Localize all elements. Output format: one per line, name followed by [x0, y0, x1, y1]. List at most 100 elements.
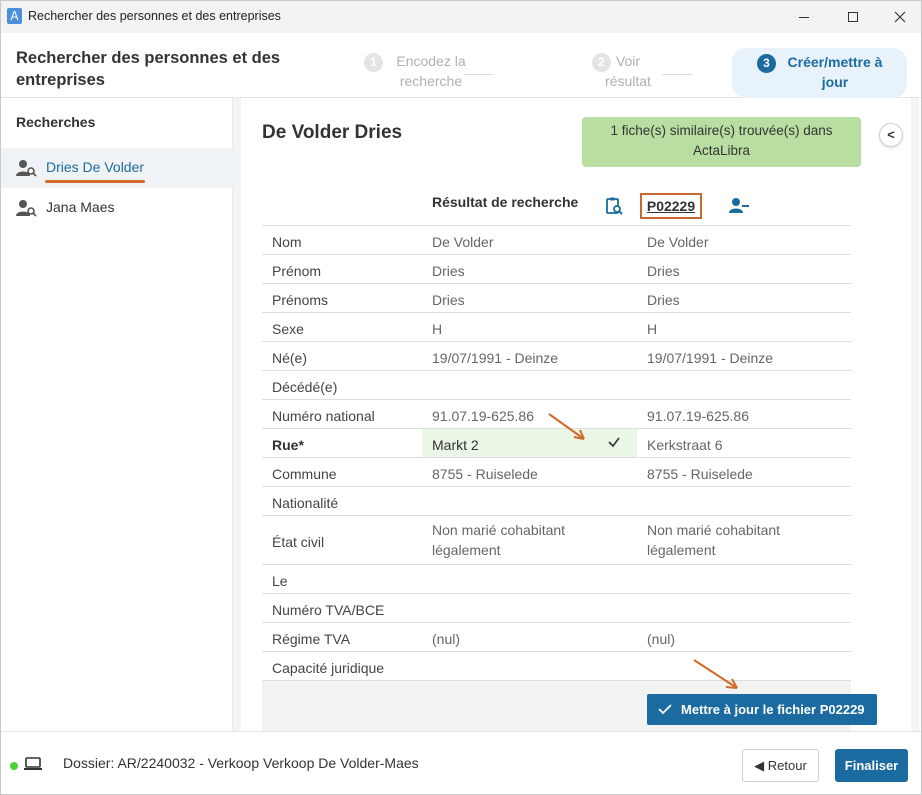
wizard-step-1[interactable]: 1 Encodez la recherche [364, 51, 476, 91]
window-title: Rechercher des personnes et des entrepri… [28, 9, 281, 23]
search-value[interactable]: Dries [432, 290, 637, 310]
field-label: Né(e) [272, 350, 308, 366]
minimize-icon [799, 16, 809, 18]
record-value[interactable]: Non marié cohabitant légalement [647, 520, 807, 560]
application-window: A Rechercher des personnes et des entrep… [0, 0, 922, 795]
table-row: Commune 8755 - Ruiselede 8755 - Ruiseled… [262, 457, 851, 486]
record-value[interactable]: Kerkstraat 6 [647, 435, 847, 455]
step-label: Créer/mettre à jour [787, 54, 883, 90]
sidebar-divider [233, 98, 241, 731]
field-label: Le [272, 573, 288, 589]
step-number: 3 [757, 54, 776, 73]
table-row: Né(e) 19/07/1991 - Deinze 19/07/1991 - D… [262, 341, 851, 370]
dossier-info: Dossier: AR/2240032 - Verkoop Verkoop De… [63, 755, 419, 771]
search-value[interactable]: (nul) [432, 629, 637, 649]
app-logo-icon: A [7, 8, 22, 24]
finish-button[interactable]: Finaliser [835, 749, 908, 782]
field-label: Prénoms [272, 292, 329, 308]
search-value[interactable]: 91.07.19-625.86 [432, 406, 637, 426]
field-label: Prénom [272, 263, 322, 279]
search-value[interactable]: De Volder [432, 232, 637, 252]
record-value[interactable]: 91.07.19-625.86 [647, 406, 847, 426]
record-title: De Volder Dries [262, 122, 403, 143]
annotation-underline [45, 180, 145, 183]
person-remove-icon[interactable] [728, 196, 750, 216]
table-row: Numéro national 91.07.19-625.86 91.07.19… [262, 399, 851, 428]
searches-sidebar: Recherches Dries De Volder Jana Maes [1, 98, 233, 731]
similar-records-tooltip: 1 fiche(s) similaire(s) trouvée(s) dans … [582, 117, 861, 167]
sidebar-item-label: Jana Maes [46, 199, 115, 215]
back-button[interactable]: ◀ Retour [742, 749, 819, 782]
step-connector [464, 74, 494, 75]
title-bar: A Rechercher des personnes et des entrep… [1, 1, 921, 33]
search-value[interactable]: Non marié cohabitant légalement [432, 520, 592, 560]
status-bar: Dossier: AR/2240032 - Verkoop Verkoop De… [1, 731, 921, 794]
search-value[interactable]: H [432, 319, 637, 339]
search-result-column-header: Résultat de recherche [432, 194, 579, 210]
field-label: Régime TVA [272, 631, 351, 647]
person-search-icon [16, 160, 37, 177]
table-row: Régime TVA (nul) (nul) [262, 622, 851, 651]
wizard-step-2[interactable]: 2 Voir résultat [592, 51, 658, 91]
wizard-header: Rechercher des personnes et des entrepri… [1, 33, 921, 98]
record-value[interactable]: (nul) [647, 629, 847, 649]
update-record-button[interactable]: Mettre à jour le fichier P02229 [647, 694, 877, 725]
search-value[interactable]: 8755 - Ruiselede [432, 464, 637, 484]
step-connector [662, 74, 692, 75]
vertical-scrollbar[interactable] [911, 98, 919, 731]
record-value[interactable]: Dries [647, 290, 847, 310]
table-row: État civil Non marié cohabitant légaleme… [262, 515, 851, 564]
record-value[interactable]: 19/07/1991 - Deinze [647, 348, 847, 368]
close-button[interactable] [877, 1, 922, 33]
maximize-button[interactable] [830, 1, 876, 33]
clipboard-search-icon[interactable] [604, 196, 624, 216]
field-label: Numéro TVA/BCE [272, 602, 385, 618]
field-label: Sexe [272, 321, 304, 337]
collapse-panel-button[interactable]: < [879, 123, 903, 147]
field-label: Décédé(e) [272, 379, 338, 395]
checkmark-icon [658, 704, 672, 715]
sidebar-item-jana-maes[interactable]: Jana Maes [1, 188, 233, 228]
record-value[interactable]: 8755 - Ruiselede [647, 464, 847, 484]
record-value[interactable]: H [647, 319, 847, 339]
table-row: Prénom Dries Dries [262, 254, 851, 283]
step-label: Voir résultat [605, 53, 651, 89]
table-row: Numéro TVA/BCE [262, 593, 851, 622]
table-row: Sexe H H [262, 312, 851, 341]
checkmark-icon [608, 437, 620, 448]
maximize-icon [848, 12, 858, 22]
person-search-icon [16, 200, 37, 217]
comparison-table: Nom De Volder De Volder Prénom Dries Dri… [262, 225, 851, 681]
search-value[interactable]: 19/07/1991 - Deinze [432, 348, 637, 368]
field-label: Nationalité [272, 495, 339, 511]
field-label: Commune [272, 466, 337, 482]
search-value[interactable]: Dries [432, 261, 637, 281]
update-record-label: Mettre à jour le fichier P02229 [681, 702, 865, 717]
sidebar-item-label: Dries De Volder [46, 159, 145, 175]
wizard-step-3[interactable]: 3 Créer/mettre à jour [757, 52, 890, 92]
page-title: Rechercher des personnes et des entrepri… [16, 49, 281, 89]
sidebar-item-dries-de-volder[interactable]: Dries De Volder [1, 148, 233, 188]
main-panel: De Volder Dries 1 fiche(s) similaire(s) … [241, 98, 921, 731]
field-label: Rue* [272, 437, 304, 453]
sidebar-title: Recherches [16, 114, 96, 130]
step-label: Encodez la recherche [396, 53, 466, 89]
table-row: Capacité juridique [262, 651, 851, 680]
record-id-link[interactable]: P02229 [640, 193, 702, 219]
table-row: Nationalité [262, 486, 851, 515]
record-value[interactable]: De Volder [647, 232, 847, 252]
table-row: Nom De Volder De Volder [262, 225, 851, 254]
field-label: Numéro national [272, 408, 375, 424]
table-row: Prénoms Dries Dries [262, 283, 851, 312]
connection-status-dot [10, 762, 18, 770]
step-number: 1 [364, 53, 383, 72]
field-label: État civil [272, 534, 325, 550]
record-value[interactable]: Dries [647, 261, 847, 281]
table-row: Le [262, 564, 851, 593]
field-label: Capacité juridique [272, 660, 385, 676]
laptop-icon [24, 757, 42, 770]
table-row-selected: Rue* Markt 2 Kerkstraat 6 [262, 428, 851, 457]
minimize-button[interactable] [781, 1, 827, 33]
field-label: Nom [272, 234, 302, 250]
close-icon [894, 11, 906, 23]
